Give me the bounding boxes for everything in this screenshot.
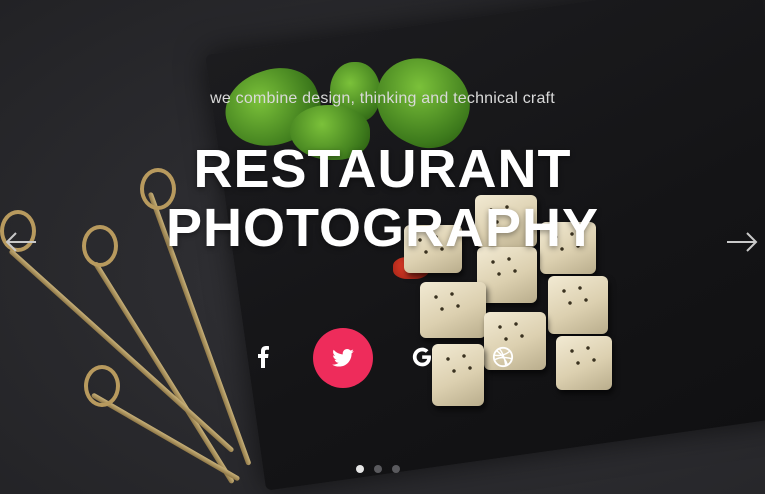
slide-dot-1[interactable]	[356, 465, 364, 473]
cheese-cube	[420, 282, 486, 338]
slide-dot-3[interactable]	[392, 465, 400, 473]
arrow-left-icon	[5, 232, 36, 252]
slider-pagination	[356, 465, 400, 473]
hero-slider: we combine design, thinking and technica…	[0, 0, 765, 494]
slide-dot-2[interactable]	[374, 465, 382, 473]
dribbble-button[interactable]	[488, 342, 518, 372]
prev-slide-button[interactable]	[4, 225, 38, 259]
cheese-cube	[556, 336, 612, 390]
facebook-button[interactable]	[248, 340, 278, 374]
skewer-knot	[84, 365, 120, 407]
facebook-icon	[258, 346, 269, 368]
cheese-cube	[548, 276, 608, 334]
cheese-cube	[432, 344, 484, 406]
twitter-icon	[332, 349, 354, 367]
google-button[interactable]	[405, 340, 439, 374]
next-slide-button[interactable]	[725, 225, 759, 259]
dribbble-icon	[492, 346, 514, 368]
hero-title-line1: RESTAURANT	[193, 139, 572, 199]
google-icon	[412, 347, 431, 367]
bamboo-skewer	[8, 248, 235, 454]
hero-tagline: we combine design, thinking and technica…	[210, 90, 555, 107]
twitter-button[interactable]	[313, 328, 373, 388]
hero-title-line2: PHOTOGRAPHY	[165, 198, 600, 258]
arrow-right-icon	[727, 232, 758, 252]
